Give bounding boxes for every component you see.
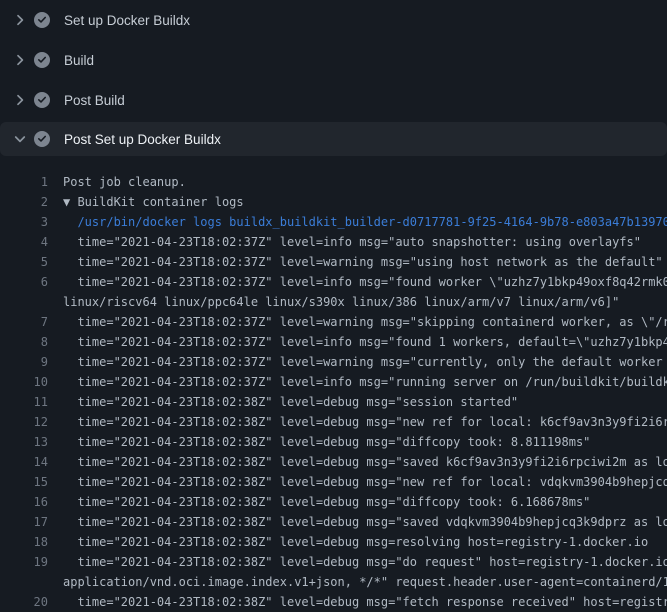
log-lines: 1 Post job cleanup. 2 ▼ BuildKit contain… [0, 156, 667, 612]
line-number[interactable]: 1 [0, 172, 48, 192]
line-number[interactable] [0, 572, 48, 592]
log-line: 16 time="2021-04-23T18:02:38Z" level=deb… [0, 492, 667, 512]
check-circle-icon [34, 12, 50, 28]
line-number[interactable]: 15 [0, 472, 48, 492]
line-text: time="2021-04-23T18:02:38Z" level=debug … [63, 392, 518, 412]
step-header-set-up-docker-buildx[interactable]: Set up Docker Buildx [0, 0, 667, 40]
line-number[interactable]: 13 [0, 432, 48, 452]
line-number[interactable]: 10 [0, 372, 48, 392]
line-number[interactable]: 18 [0, 532, 48, 552]
line-number[interactable]: 19 [0, 552, 48, 572]
step-label: Build [64, 53, 94, 68]
line-number[interactable]: 3 [0, 212, 48, 232]
line-text: time="2021-04-23T18:02:38Z" level=debug … [63, 452, 667, 472]
line-text: time="2021-04-23T18:02:37Z" level=info m… [63, 232, 641, 252]
line-number[interactable]: 4 [0, 232, 48, 252]
log-line: 17 time="2021-04-23T18:02:38Z" level=deb… [0, 512, 667, 532]
line-text: time="2021-04-23T18:02:38Z" level=debug … [63, 552, 667, 572]
check-circle-icon [34, 52, 50, 68]
line-text: linux/riscv64 linux/ppc64le linux/s390x … [63, 292, 619, 312]
log-line: 3 /usr/bin/docker logs buildx_buildkit_b… [0, 212, 667, 232]
log-line: 7 time="2021-04-23T18:02:37Z" level=warn… [0, 312, 667, 332]
line-text: time="2021-04-23T18:02:37Z" level=warnin… [63, 252, 663, 272]
log-line: 15 time="2021-04-23T18:02:38Z" level=deb… [0, 472, 667, 492]
log-line: 9 time="2021-04-23T18:02:37Z" level=warn… [0, 352, 667, 372]
line-text: time="2021-04-23T18:02:37Z" level=warnin… [63, 352, 667, 372]
line-text: time="2021-04-23T18:02:38Z" level=debug … [63, 512, 667, 532]
log-line: 18 time="2021-04-23T18:02:38Z" level=deb… [0, 532, 667, 552]
log-line: 8 time="2021-04-23T18:02:37Z" level=info… [0, 332, 667, 352]
check-circle-icon [34, 131, 50, 147]
chevron-right-icon [12, 12, 28, 28]
line-number[interactable]: 2 [0, 192, 48, 212]
log-group-toggle[interactable]: ▼ BuildKit container logs [63, 192, 244, 212]
log-line: 11 time="2021-04-23T18:02:38Z" level=deb… [0, 392, 667, 412]
line-number[interactable]: 11 [0, 392, 48, 412]
step-label: Post Set up Docker Buildx [64, 132, 221, 147]
line-number[interactable]: 8 [0, 332, 48, 352]
chevron-down-icon [12, 131, 28, 147]
line-number[interactable] [0, 292, 48, 312]
log-line: 1 Post job cleanup. [0, 172, 667, 192]
command-text: /usr/bin/docker logs buildx_buildkit_bui… [63, 212, 667, 232]
line-number[interactable]: 9 [0, 352, 48, 372]
line-number[interactable]: 6 [0, 272, 48, 292]
step-header-post-build[interactable]: Post Build [0, 80, 667, 120]
line-text: time="2021-04-23T18:02:37Z" level=warnin… [63, 312, 667, 332]
log-line: 5 time="2021-04-23T18:02:37Z" level=warn… [0, 252, 667, 272]
log-line: 12 time="2021-04-23T18:02:38Z" level=deb… [0, 412, 667, 432]
line-number[interactable]: 7 [0, 312, 48, 332]
chevron-right-icon [12, 92, 28, 108]
log-line: 4 time="2021-04-23T18:02:37Z" level=info… [0, 232, 667, 252]
line-text: time="2021-04-23T18:02:38Z" level=debug … [63, 532, 648, 552]
line-number[interactable]: 20 [0, 592, 48, 612]
line-text: time="2021-04-23T18:02:37Z" level=info m… [63, 272, 667, 292]
steps-list: Set up Docker Buildx Build [0, 0, 667, 156]
step-label: Set up Docker Buildx [64, 13, 190, 28]
log-line: linux/riscv64 linux/ppc64le linux/s390x … [0, 292, 667, 312]
check-circle-icon [34, 92, 50, 108]
line-text: time="2021-04-23T18:02:38Z" level=debug … [63, 592, 667, 612]
line-text: time="2021-04-23T18:02:38Z" level=debug … [63, 412, 667, 432]
line-number[interactable]: 5 [0, 252, 48, 272]
log-line: 2 ▼ BuildKit container logs [0, 192, 667, 212]
line-text: time="2021-04-23T18:02:37Z" level=info m… [63, 372, 667, 392]
line-text: time="2021-04-23T18:02:38Z" level=debug … [63, 432, 590, 452]
step-label: Post Build [64, 93, 125, 108]
step-header-post-set-up-docker-buildx[interactable]: Post Set up Docker Buildx [0, 122, 667, 156]
log-line: 6 time="2021-04-23T18:02:37Z" level=info… [0, 272, 667, 292]
log-line: 10 time="2021-04-23T18:02:37Z" level=inf… [0, 372, 667, 392]
line-number[interactable]: 17 [0, 512, 48, 532]
chevron-right-icon [12, 52, 28, 68]
line-text: time="2021-04-23T18:02:38Z" level=debug … [63, 472, 667, 492]
line-text: application/vnd.oci.image.index.v1+json,… [63, 572, 667, 592]
line-text: Post job cleanup. [63, 172, 186, 192]
step-header-build[interactable]: Build [0, 40, 667, 80]
line-number[interactable]: 16 [0, 492, 48, 512]
workflow-log-panel: Set up Docker Buildx Build [0, 0, 667, 612]
line-text: time="2021-04-23T18:02:38Z" level=debug … [63, 492, 590, 512]
line-number[interactable]: 12 [0, 412, 48, 432]
log-line: 13 time="2021-04-23T18:02:38Z" level=deb… [0, 432, 667, 452]
log-line: 14 time="2021-04-23T18:02:38Z" level=deb… [0, 452, 667, 472]
log-line: 20 time="2021-04-23T18:02:38Z" level=deb… [0, 592, 667, 612]
line-text: time="2021-04-23T18:02:37Z" level=info m… [63, 332, 667, 352]
log-line: application/vnd.oci.image.index.v1+json,… [0, 572, 667, 592]
log-line: 19 time="2021-04-23T18:02:38Z" level=deb… [0, 552, 667, 572]
line-number[interactable]: 14 [0, 452, 48, 472]
